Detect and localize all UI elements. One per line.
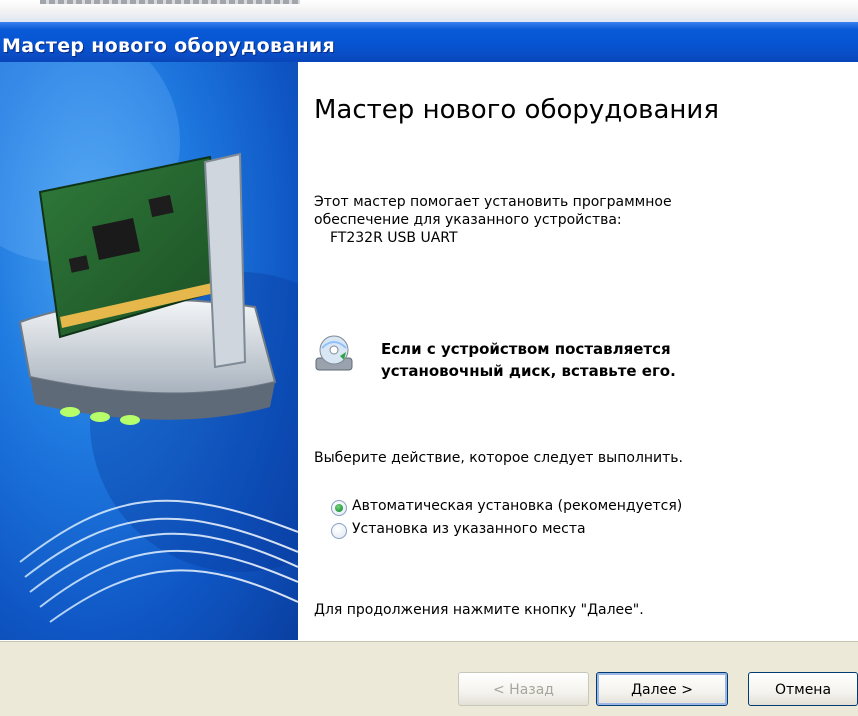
- cd-notice-line-1: Если с устройством поставляется: [381, 340, 671, 358]
- top-strip: [0, 0, 858, 22]
- radio-manual-install-label[interactable]: Установка из указанного места: [352, 520, 586, 538]
- intro-line-2: обеспечение для указанного устройства:: [314, 212, 622, 228]
- back-button[interactable]: < Назад: [458, 672, 589, 706]
- intro-line-1: Этот мастер помогает установить программ…: [314, 194, 672, 210]
- side-illustration-panel: [0, 62, 298, 640]
- device-name: FT232R USB UART: [330, 230, 458, 246]
- wizard-footer: [0, 640, 858, 716]
- choose-prompt: Выберите действие, которое следует выпол…: [314, 450, 683, 466]
- radio-auto-install-label[interactable]: Автоматическая установка (рекомендуется): [352, 497, 682, 515]
- cd-notice-line-2: установочный диск, вставьте его.: [381, 362, 676, 380]
- next-button[interactable]: Далее >: [596, 672, 728, 706]
- window-title: Мастер нового оборудования: [2, 35, 335, 57]
- radio-manual-install[interactable]: [331, 523, 347, 539]
- radio-auto-install[interactable]: [331, 500, 347, 516]
- background-artifact: [40, 0, 300, 4]
- cancel-button[interactable]: Отмена: [748, 672, 858, 706]
- continue-hint: Для продолжения нажмите кнопку "Далее".: [314, 602, 644, 618]
- cd-drive-icon: [315, 335, 353, 371]
- network-card-illustration: [0, 62, 298, 623]
- page-heading: Мастер нового оборудования: [314, 95, 719, 125]
